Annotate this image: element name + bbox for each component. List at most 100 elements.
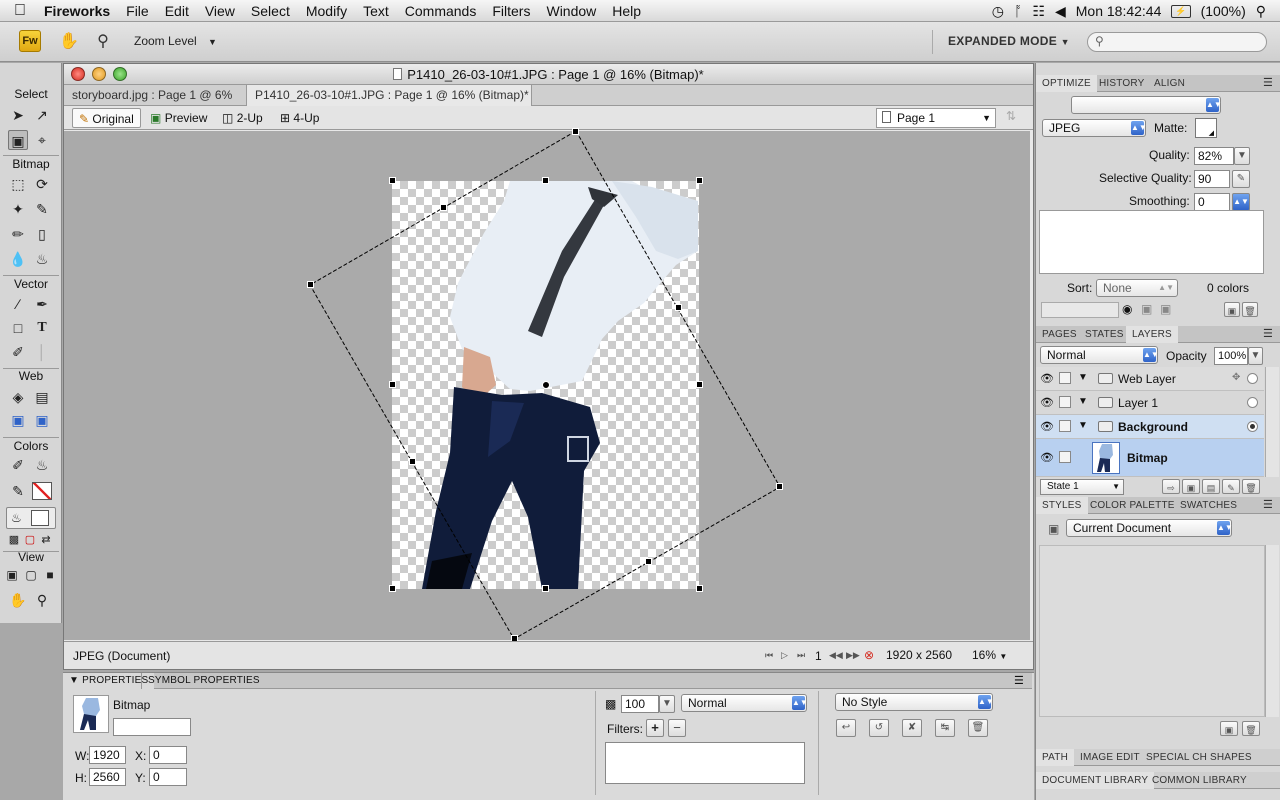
lock-color-icon[interactable]: ▣ — [1160, 302, 1171, 316]
rotate-handle[interactable] — [776, 483, 783, 490]
override-style-button[interactable]: ↹ — [935, 719, 955, 737]
layer-opacity-slider-button[interactable]: ▼ — [1248, 347, 1263, 365]
matte-color-swatch[interactable]: ◢ — [1195, 118, 1217, 138]
rotate-handle[interactable] — [572, 128, 579, 135]
magic-wand-tool-icon[interactable]: ✦ — [8, 199, 28, 219]
menu-view[interactable]: View — [197, 0, 243, 22]
bluetooth-icon[interactable]: ᚩ — [1014, 3, 1022, 19]
lock-toggle[interactable] — [1059, 420, 1071, 432]
rotate-handle[interactable] — [645, 558, 652, 565]
close-window-button[interactable] — [71, 67, 85, 81]
eye-icon[interactable]: 👁 — [1040, 420, 1054, 433]
exit-bitmap-mode-icon[interactable]: ⊗ — [864, 648, 874, 662]
tab-special-characters[interactable]: SPECIAL CH — [1140, 749, 1213, 766]
text-tool-icon[interactable]: T — [32, 318, 52, 338]
new-layer-button[interactable]: ▤ — [1202, 479, 1220, 494]
original-view-button[interactable]: ✎ Original — [72, 108, 141, 128]
layer-opacity-input[interactable]: 100% — [1214, 347, 1248, 365]
x-input[interactable]: 0 — [149, 746, 187, 764]
remove-filter-button[interactable]: − — [668, 719, 686, 737]
opacity-input[interactable]: 100 — [621, 695, 659, 713]
y-input[interactable]: 0 — [149, 768, 187, 786]
menu-help[interactable]: Help — [604, 0, 649, 22]
opacity-slider-button[interactable]: ▼ — [659, 695, 675, 713]
wifi-icon[interactable]: ☷ — [1032, 3, 1045, 20]
smoothing-input[interactable]: 0 — [1194, 193, 1230, 211]
full-screen-mode-icon[interactable]: ■ — [40, 565, 60, 585]
next-frame-icon[interactable]: ▶▶ — [846, 650, 860, 661]
zoom-window-button[interactable] — [113, 67, 127, 81]
hand-tool-icon[interactable]: ✋ — [58, 31, 80, 53]
preview-view-button[interactable]: ▣ Preview — [144, 108, 213, 128]
line-tool-icon[interactable]: ∕ — [8, 294, 28, 314]
first-frame-icon[interactable]: ⏮ — [765, 650, 773, 661]
menu-filters[interactable]: Filters — [484, 0, 538, 22]
layer-blend-mode-select[interactable]: Normal ▲▼ — [1040, 346, 1159, 364]
tab-styles[interactable]: STYLES — [1036, 497, 1088, 514]
page-options-icon[interactable]: ⇅ — [1006, 109, 1016, 123]
lock-toggle[interactable] — [1059, 372, 1071, 384]
subselection-tool-icon[interactable]: ↗ — [32, 105, 52, 125]
quality-input[interactable]: 82% — [1194, 147, 1234, 165]
layer-row-bitmap[interactable]: 👁 Bitmap — [1036, 439, 1264, 477]
image-handle[interactable] — [696, 381, 703, 388]
height-input[interactable]: 2560 — [89, 768, 126, 786]
two-up-view-button[interactable]: ◫ 2-Up — [216, 108, 269, 128]
hide-slices-icon[interactable]: ▣ — [8, 410, 28, 430]
eye-icon[interactable]: 👁 — [1040, 396, 1054, 409]
color-edit-field[interactable] — [1041, 302, 1119, 318]
lock-toggle[interactable] — [1059, 396, 1071, 408]
volume-icon[interactable]: ◀ — [1055, 3, 1066, 20]
sort-select[interactable]: None ▲▼ — [1096, 279, 1178, 297]
delete-style-button[interactable]: 🗑 — [968, 719, 988, 737]
zoom-tool-icon[interactable]: ⚲ — [92, 31, 114, 53]
fill-color-control[interactable]: ♨ — [6, 507, 56, 529]
image-handle[interactable] — [696, 177, 703, 184]
marquee-tool-icon[interactable]: ⬚ — [8, 174, 28, 194]
add-color-button[interactable]: ▣ — [1224, 302, 1240, 317]
panel-menu-icon[interactable]: ☰ — [1257, 75, 1279, 92]
freeform-tool-icon[interactable]: ✐ — [8, 342, 28, 362]
menu-commands[interactable]: Commands — [397, 0, 485, 22]
styles-scrollbar[interactable] — [1265, 545, 1279, 717]
tab-states[interactable]: STATES — [1079, 326, 1130, 343]
layer-row-background[interactable]: 👁 ▼ Background — [1036, 415, 1264, 439]
tab-align[interactable]: ALIGN — [1148, 75, 1191, 92]
image-handle[interactable] — [696, 585, 703, 592]
hand-tool-icon[interactable]: ✋ — [8, 590, 28, 610]
filters-list[interactable] — [605, 742, 805, 784]
stroke-color-swatch[interactable] — [32, 482, 52, 500]
full-screen-menus-mode-icon[interactable]: ▢ — [21, 565, 41, 585]
prev-frame-icon[interactable]: ◀◀ — [829, 650, 843, 661]
time-machine-icon[interactable]: ◷ — [992, 3, 1004, 20]
tab-color-palette[interactable]: COLOR PALETTE — [1084, 497, 1181, 514]
tab-swatches[interactable]: SWATCHES — [1174, 497, 1243, 514]
quality-slider-button[interactable]: ▼ — [1234, 147, 1250, 165]
eye-icon[interactable]: 👁 — [1040, 372, 1054, 385]
delete-layer-button[interactable]: 🗑 — [1242, 479, 1260, 494]
app-menu[interactable]: Fireworks — [40, 0, 118, 22]
width-input[interactable]: 1920 — [89, 746, 126, 764]
stroke-color-icon[interactable]: ✎ — [8, 481, 28, 501]
last-frame-icon[interactable]: ⏭ — [797, 650, 805, 661]
rotate-handle[interactable] — [675, 304, 682, 311]
menu-select[interactable]: Select — [243, 0, 298, 22]
style-select[interactable]: No Style ▲▼ — [835, 693, 994, 711]
lasso-tool-icon[interactable]: ⟳ — [32, 174, 52, 194]
eye-icon[interactable]: 👁 — [1040, 451, 1054, 464]
center-point[interactable] — [542, 381, 550, 389]
panel-menu-icon[interactable]: ☰ — [1008, 673, 1030, 689]
eyedropper-tool-icon[interactable]: ✐ — [8, 455, 28, 475]
expand-triangle-icon[interactable]: ▼ — [1078, 396, 1088, 407]
expand-triangle-icon[interactable]: ▼ — [1078, 420, 1088, 431]
tab-pages[interactable]: PAGES — [1036, 326, 1083, 343]
tab-path[interactable]: PATH — [1036, 749, 1074, 766]
hotspot-tool-icon[interactable]: ◈ — [8, 387, 28, 407]
styles-list[interactable] — [1039, 545, 1265, 717]
expand-triangle-icon[interactable]: ▼ — [1078, 372, 1088, 383]
new-bitmap-button[interactable]: ✎ — [1222, 479, 1240, 494]
menu-modify[interactable]: Modify — [298, 0, 355, 22]
image-handle[interactable] — [389, 585, 396, 592]
menu-text[interactable]: Text — [355, 0, 397, 22]
show-slices-icon[interactable]: ▣ — [32, 410, 52, 430]
